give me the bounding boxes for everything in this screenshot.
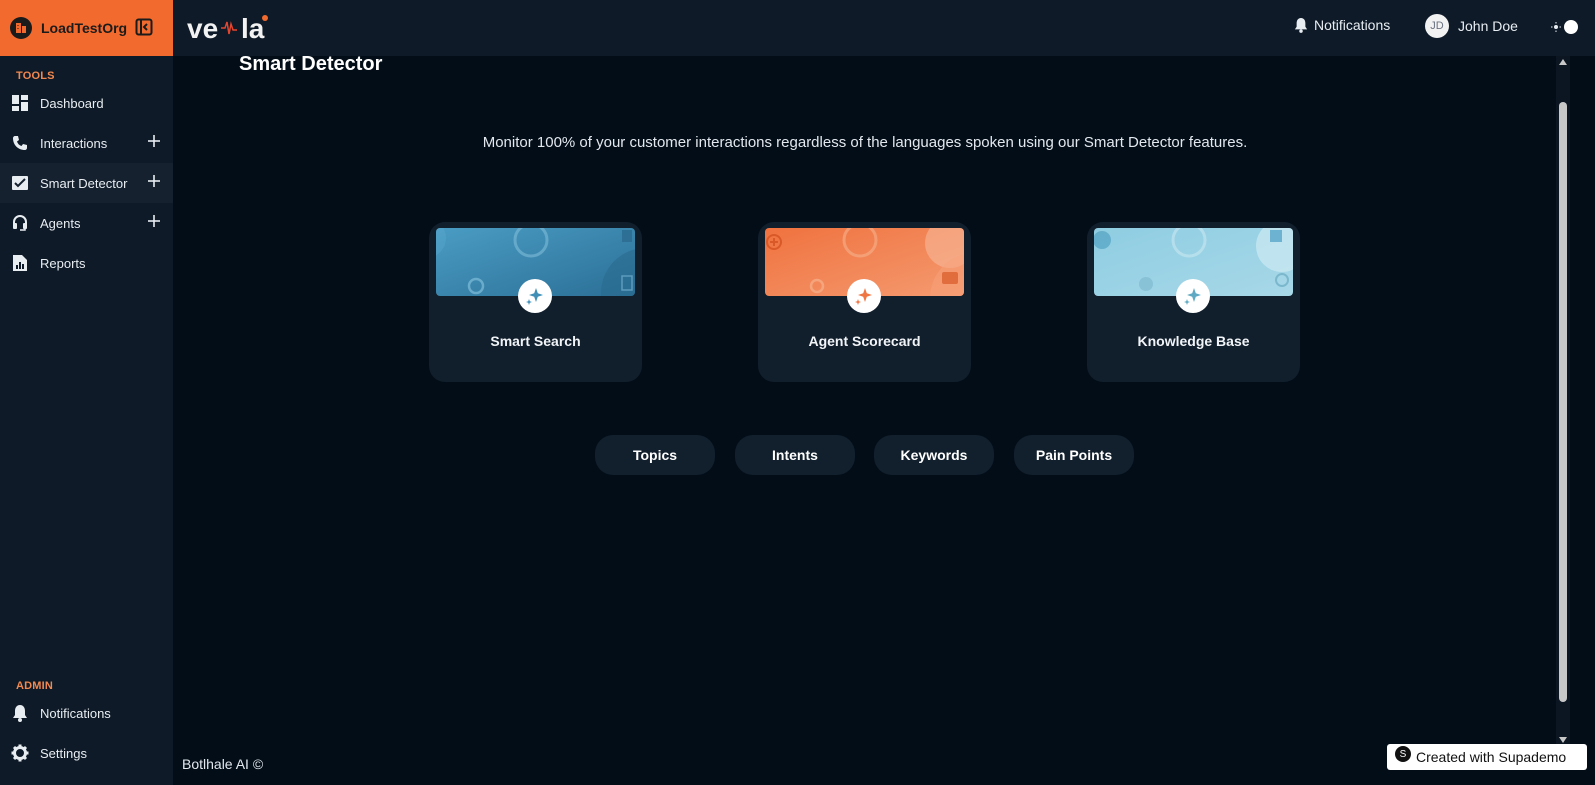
page-title: Smart Detector bbox=[239, 53, 383, 75]
scrollbar[interactable] bbox=[1556, 56, 1570, 746]
scroll-up-arrow-icon[interactable] bbox=[1559, 58, 1567, 66]
supademo-badge[interactable]: S Created with Supademo bbox=[1387, 744, 1587, 770]
card-label: Smart Search bbox=[490, 333, 581, 349]
expand-plus-icon[interactable] bbox=[147, 174, 161, 191]
scrollbar-thumb[interactable] bbox=[1559, 102, 1567, 702]
pain-points-button[interactable]: Pain Points bbox=[1014, 435, 1134, 475]
avatar: JD bbox=[1425, 14, 1449, 38]
user-menu[interactable]: JD John Doe bbox=[1425, 14, 1518, 38]
sidebar-item-agents[interactable]: Agents bbox=[0, 203, 173, 243]
sidebar-item-settings[interactable]: Settings bbox=[0, 733, 173, 773]
sidebar-item-notifications[interactable]: Notifications bbox=[0, 693, 173, 733]
notifications-label: Notifications bbox=[1314, 17, 1391, 33]
sidebar-item-interactions[interactable]: Interactions bbox=[0, 123, 173, 163]
admin-section-label: ADMIN bbox=[16, 680, 54, 692]
expand-plus-icon[interactable] bbox=[147, 214, 161, 231]
footer-copyright: Botlhale AI © bbox=[182, 756, 264, 772]
vela-logo[interactable]: ve la bbox=[185, 10, 275, 49]
toggle-knob bbox=[1564, 20, 1578, 34]
sidebar-item-reports[interactable]: Reports bbox=[0, 243, 173, 283]
headset-icon bbox=[11, 214, 29, 232]
header-notifications[interactable]: Notifications bbox=[1294, 17, 1390, 33]
card-smart-search[interactable]: Smart Search bbox=[429, 222, 642, 382]
sparkle-icon bbox=[1176, 279, 1210, 313]
page-subtitle: Monitor 100% of your customer interactio… bbox=[482, 134, 1248, 151]
intents-button[interactable]: Intents bbox=[735, 435, 855, 475]
org-switcher[interactable]: LoadTestOrg bbox=[0, 0, 173, 56]
bell-icon bbox=[11, 704, 29, 722]
sidebar: LoadTestOrg TOOLS Dashboard Interactions… bbox=[0, 0, 173, 785]
top-bar: ve la Notifications JD John Doe bbox=[173, 0, 1595, 56]
card-label: Agent Scorecard bbox=[808, 333, 921, 349]
gear-icon bbox=[11, 744, 29, 762]
topics-button[interactable]: Topics bbox=[595, 435, 715, 475]
card-label: Knowledge Base bbox=[1137, 333, 1250, 349]
sidebar-item-label: Notifications bbox=[40, 705, 111, 721]
theme-toggle[interactable] bbox=[1551, 20, 1578, 34]
dashboard-icon bbox=[11, 94, 29, 112]
keywords-button[interactable]: Keywords bbox=[874, 435, 994, 475]
sun-icon bbox=[1551, 22, 1561, 32]
sidebar-item-label: Settings bbox=[40, 745, 87, 761]
user-name: John Doe bbox=[1458, 18, 1518, 34]
supademo-logo-icon: S bbox=[1395, 746, 1411, 762]
sidebar-item-label: Interactions bbox=[40, 135, 108, 151]
sidebar-item-label: Smart Detector bbox=[40, 175, 128, 191]
tools-section-label: TOOLS bbox=[16, 70, 55, 82]
card-knowledge-base[interactable]: Knowledge Base bbox=[1087, 222, 1300, 382]
sidebar-item-label: Dashboard bbox=[40, 95, 104, 111]
sidebar-item-smart-detector[interactable]: Smart Detector bbox=[0, 163, 173, 203]
scroll-down-arrow-icon[interactable] bbox=[1559, 736, 1567, 744]
sparkle-icon bbox=[518, 279, 552, 313]
sidebar-item-label: Reports bbox=[40, 255, 86, 271]
supademo-label: Created with Supademo bbox=[1416, 749, 1567, 765]
expand-plus-icon[interactable] bbox=[147, 134, 161, 151]
svg-text:ve: ve bbox=[187, 13, 218, 44]
bell-icon bbox=[1294, 18, 1308, 33]
card-agent-scorecard[interactable]: Agent Scorecard bbox=[758, 222, 971, 382]
svg-text:la: la bbox=[241, 13, 265, 44]
report-icon bbox=[11, 254, 29, 272]
phone-icon bbox=[11, 134, 29, 152]
building-icon bbox=[10, 17, 32, 39]
sidebar-item-dashboard[interactable]: Dashboard bbox=[0, 83, 173, 123]
sidebar-item-label: Agents bbox=[40, 215, 81, 231]
sidebar-collapse-icon[interactable] bbox=[135, 18, 153, 41]
check-chart-icon bbox=[11, 174, 29, 192]
org-name: LoadTestOrg bbox=[41, 20, 128, 36]
sparkle-icon bbox=[847, 279, 881, 313]
